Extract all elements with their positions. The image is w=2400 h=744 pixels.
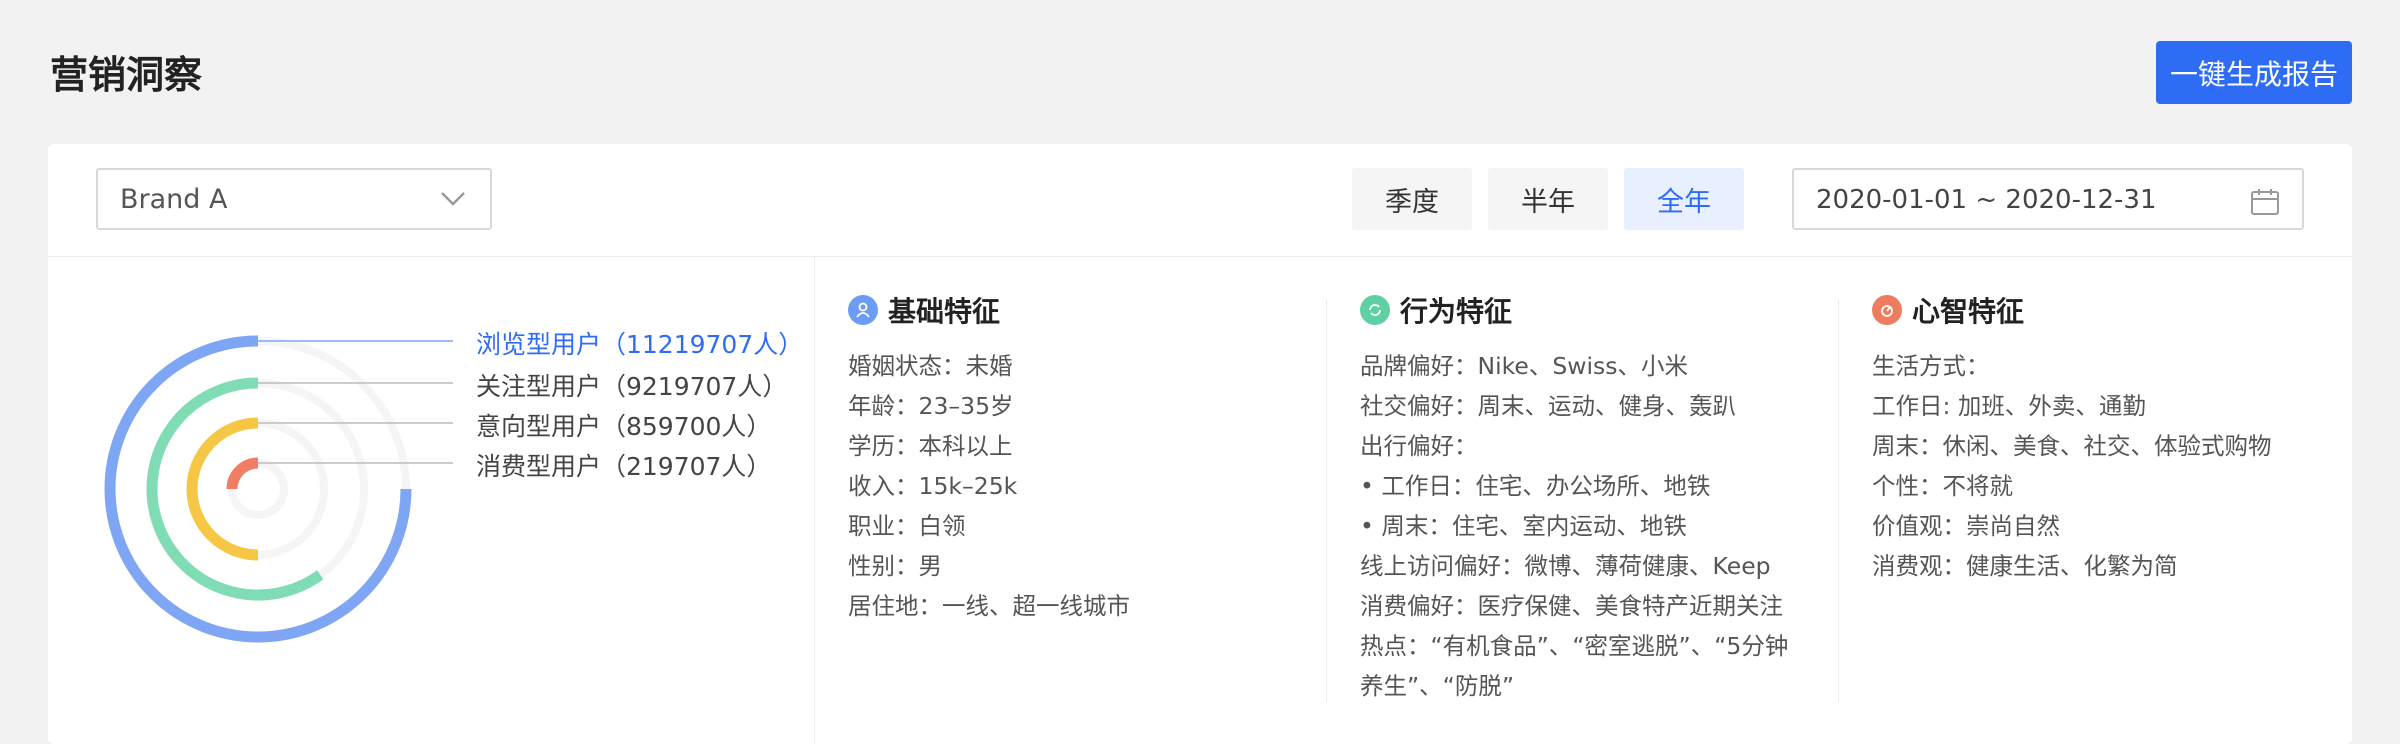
trait-line: 出行偏好： [1360, 432, 1478, 460]
trait-line: 个性：不将就 [1872, 472, 2013, 500]
insight-card: Brand A 季度 半年 全年 2020-01-01 ~ 2020-12-31… [48, 144, 2352, 744]
trait-line: 收入：15k–25k [848, 472, 1018, 500]
trait-line: • 周末：住宅、室内运动、地铁 [1360, 512, 1687, 540]
mind-traits-list: 生活方式： 工作日: 加班、外卖、通勤周末：休闲、美食、社交、体验式购物 个性：不将… [1872, 346, 2332, 586]
period-tab-full-year[interactable]: 全年 [1624, 168, 1744, 230]
funnel-ring-3[interactable] [226, 457, 259, 490]
trait-line: 周末：休闲、美食、社交、体验式购物 [1872, 432, 2272, 460]
user-icon [848, 295, 878, 325]
funnel-ring-2[interactable] [186, 417, 259, 561]
brand-select-value: Brand A [120, 184, 228, 215]
funnel-legend-label[interactable]: 意向型用户（859700人） [476, 407, 771, 443]
chart-divider [814, 256, 815, 744]
date-range-picker[interactable]: 2020-01-01 ~ 2020-12-31 [1792, 168, 2304, 230]
date-range-value: 2020-01-01 ~ 2020-12-31 [1816, 185, 2157, 215]
behavior-traits-list: 品牌偏好：Nike、Swiss、小米社交偏好：周末、运动、健身、轰趴 出行偏好： •… [1360, 346, 1820, 706]
funnel-legend-label[interactable]: 消费型用户（219707人） [476, 447, 771, 483]
trait-line: 学历：本科以上 [848, 432, 1013, 460]
column-divider [1838, 300, 1839, 702]
trait-line: 居住地：一线、超一线城市 [848, 592, 1130, 620]
trait-line: 职业：白领 [848, 512, 966, 540]
trait-line: 消费观：健康生活、化繁为简 [1872, 552, 2178, 580]
page-title: 营销洞察 [50, 53, 203, 97]
calendar-icon [2250, 188, 2280, 220]
trait-line: 热点：“有机食品”、“密室逃脱”、“5分钟养生”、“防脱” [1360, 632, 1789, 700]
period-tab-half-year[interactable]: 半年 [1488, 168, 1608, 230]
brand-select[interactable]: Brand A [96, 168, 492, 230]
trait-line: 生活方式： [1872, 352, 1990, 380]
trait-line: 线上访问偏好：微博、薄荷健康、Keep [1360, 552, 1771, 580]
behavior-icon [1360, 295, 1390, 325]
trait-line: 品牌偏好：Nike、Swiss、小米 [1360, 352, 1688, 380]
trait-line: 工作日: 加班、外卖、通勤 [1872, 392, 2146, 420]
funnel-legend-label[interactable]: 关注型用户（9219707人） [476, 367, 787, 403]
chevron-down-icon [440, 190, 466, 212]
trait-line: 年龄：23–35岁 [848, 392, 1014, 420]
trait-line: 婚姻状态：未婚 [848, 352, 1013, 380]
behavior-traits-column: 行为特征 品牌偏好：Nike、Swiss、小米社交偏好：周末、运动、健身、轰趴出… [1360, 292, 1820, 706]
trait-line: 社交偏好：周末、运动、健身、轰趴 [1360, 392, 1736, 420]
mind-traits-column: 心智特征 生活方式： 工作日: 加班、外卖、通勤周末：休闲、美食、社交、体验式购物… [1872, 292, 2332, 586]
basic-traits-column: 基础特征 婚姻状态：未婚 年龄：23–35岁 学历：本科以上 收入：15k–25k 职业… [848, 292, 1308, 626]
column-divider [1326, 300, 1327, 702]
trait-line: 消费偏好：医疗保健、美食特产近期关注 [1360, 592, 1783, 620]
trait-line: 性别：男 [848, 552, 942, 580]
mind-traits-title: 心智特征 [1912, 295, 2025, 328]
funnel-legend-label[interactable]: 浏览型用户（11219707人） [476, 325, 803, 361]
mind-icon [1872, 295, 1902, 325]
trait-line: 价值观：崇尚自然 [1872, 512, 2060, 540]
basic-traits-list: 婚姻状态：未婚 年龄：23–35岁 学历：本科以上 收入：15k–25k 职业：白领性别… [848, 346, 1308, 626]
basic-traits-title: 基础特征 [888, 295, 1001, 328]
trait-line: • 工作日：住宅、办公场所、地铁 [1360, 472, 1711, 500]
behavior-traits-title: 行为特征 [1400, 295, 1513, 328]
period-tab-quarter[interactable]: 季度 [1352, 168, 1472, 230]
generate-report-button[interactable]: 一键生成报告 [2156, 41, 2352, 104]
